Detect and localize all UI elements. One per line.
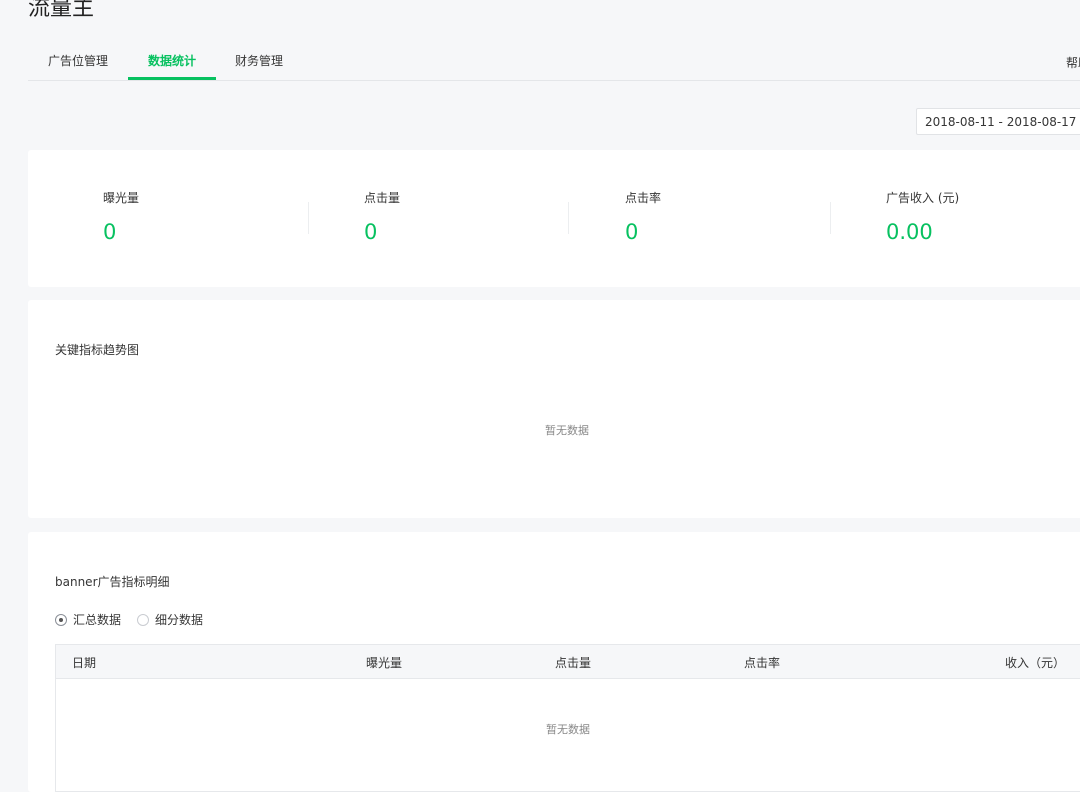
trend-chart-title: 关键指标趋势图 xyxy=(55,343,140,357)
table-header-row: 日期 曝光量 点击量 点击率 收入（元） xyxy=(56,645,1080,679)
empty-state-text: 暂无数据 xyxy=(546,723,590,736)
metric-label: 广告收入 (元) xyxy=(886,191,960,205)
column-header-click-rate: 点击率 xyxy=(744,656,781,670)
radio-summary-data[interactable]: 汇总数据 xyxy=(55,611,121,628)
metric-label: 点击量 xyxy=(364,191,401,205)
tab-finance-management[interactable]: 财务管理 xyxy=(235,52,283,69)
radio-breakdown-data[interactable]: 细分数据 xyxy=(137,611,203,628)
tab-ad-slot-management[interactable]: 广告位管理 xyxy=(48,52,108,69)
column-header-clicks: 点击量 xyxy=(555,656,592,670)
tab-data-statistics[interactable]: 数据统计 xyxy=(148,52,196,69)
metric-value: 0 xyxy=(364,220,378,244)
trend-chart-card: 关键指标趋势图 暂无数据 xyxy=(28,300,1080,518)
column-header-revenue: 收入（元） xyxy=(1005,656,1066,670)
radio-checked-icon[interactable] xyxy=(55,613,67,626)
column-header-date: 日期 xyxy=(72,656,97,670)
metric-clicks: 点击量 0 xyxy=(289,150,550,287)
tab-bar: 广告位管理 数据统计 财务管理 帮助 xyxy=(28,40,1080,81)
metric-value: 0 xyxy=(625,220,639,244)
banner-detail-table: 日期 曝光量 点击量 点击率 收入（元） 暂无数据 xyxy=(55,644,1080,792)
radio-unchecked-icon[interactable] xyxy=(137,613,150,626)
metric-ad-revenue: 广告收入 (元) 0.00 xyxy=(811,150,1072,287)
banner-detail-card: banner广告指标明细 汇总数据 细分数据 日期 曝光量 点击量 点击率 收入… xyxy=(28,532,1080,792)
data-mode-radio-group: 汇总数据 细分数据 xyxy=(55,611,219,628)
page-title: 流量主 xyxy=(28,0,95,21)
help-link[interactable]: 帮助 xyxy=(1066,54,1080,71)
date-range-picker[interactable]: 2018-08-11 - 2018-08-17 xyxy=(916,108,1080,135)
active-tab-indicator xyxy=(128,77,216,80)
metric-label: 点击率 xyxy=(625,191,662,205)
metric-label: 曝光量 xyxy=(103,191,140,205)
empty-state-text: 暂无数据 xyxy=(545,424,589,437)
radio-label: 细分数据 xyxy=(155,613,204,627)
metric-click-rate: 点击率 0 xyxy=(550,150,811,287)
radio-label: 汇总数据 xyxy=(73,613,122,627)
metrics-overview-card: 曝光量 0 点击量 0 点击率 0 广告收入 (元) 0.00 xyxy=(28,150,1080,287)
banner-detail-title: banner广告指标明细 xyxy=(55,575,170,589)
metric-impressions: 曝光量 0 xyxy=(28,150,289,287)
column-header-impressions: 曝光量 xyxy=(366,656,403,670)
metric-value: 0 xyxy=(103,220,117,244)
metric-value: 0.00 xyxy=(886,220,933,244)
